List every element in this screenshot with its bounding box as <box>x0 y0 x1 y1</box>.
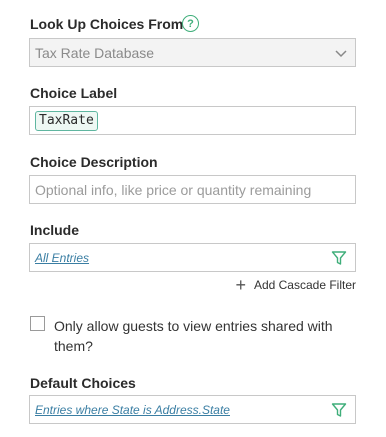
default-choices-heading: Default Choices <box>30 375 136 391</box>
choice-description-heading: Choice Description <box>30 154 158 170</box>
choice-label-heading: Choice Label <box>30 85 118 101</box>
guests-checkbox[interactable] <box>30 316 45 331</box>
plus-icon: + <box>235 275 246 295</box>
filter-icon[interactable] <box>331 250 347 266</box>
include-filter-field[interactable]: All Entries <box>29 243 356 272</box>
guests-checkbox-label: Only allow guests to view entries shared… <box>54 318 333 354</box>
add-cascade-filter-label: Add Cascade Filter <box>253 278 356 292</box>
default-choices-filter-link[interactable]: Entries where State is Address.State <box>35 403 230 417</box>
lookup-select-value: Tax Rate Database <box>35 44 155 61</box>
choice-label-input[interactable]: TaxRate <box>29 106 356 135</box>
include-filter-link[interactable]: All Entries <box>35 251 89 265</box>
filter-icon[interactable] <box>331 402 347 418</box>
include-heading: Include <box>30 222 80 238</box>
add-cascade-filter-button[interactable]: + Add Cascade Filter <box>235 275 356 295</box>
choice-description-placeholder: Optional info, like price or quantity re… <box>35 181 312 198</box>
lookup-label: Look Up Choices From <box>30 16 184 32</box>
choice-description-input[interactable]: Optional info, like price or quantity re… <box>29 175 356 204</box>
chevron-down-icon <box>335 50 347 58</box>
help-icon[interactable]: ? <box>182 15 199 32</box>
default-choices-filter-field[interactable]: Entries where State is Address.State <box>29 395 356 424</box>
lookup-select[interactable]: Tax Rate Database <box>29 38 356 67</box>
field-token: TaxRate <box>35 110 98 131</box>
